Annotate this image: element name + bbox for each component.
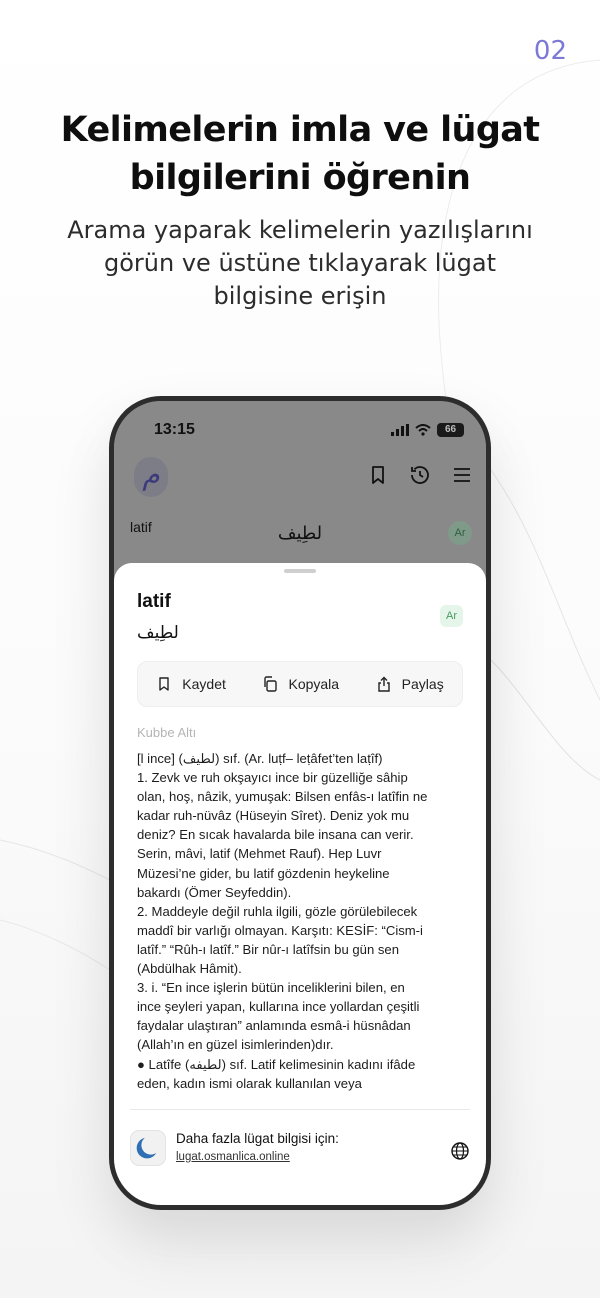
definition-line: ● Latîfe (لطيفه) sıf. Latif kelimesinin … [137, 1056, 416, 1072]
definition-line: 2. Maddeyle değil ruhla ilgili, gözle gö… [137, 903, 418, 919]
definition-line: (Abdülhak Hâmit). [137, 961, 242, 977]
definition-line: deniz? En sıcak havalarda bile insana ca… [137, 827, 414, 843]
save-button[interactable]: Kaydet [156, 676, 226, 692]
bookmark-icon [159, 677, 169, 691]
definition-line: (Allah’ın en güzel isimlerinden)dır. [137, 1037, 334, 1053]
definition-line: olan, hoş, nâzik, yumuşak: Bilsen enfâs-… [137, 789, 428, 805]
battery-indicator: 66 [437, 423, 464, 437]
app-logo[interactable]: م [134, 457, 168, 497]
phone-screen: 13:15 66 م latif لطِيف Ar latif لطِيف Ar… [114, 401, 486, 1205]
dictionary-source: Kubbe Altı [137, 725, 197, 740]
footer-text: Daha fazla lügat bilgisi için: [176, 1131, 339, 1146]
word-title: latif [137, 591, 171, 612]
definition-text: [l ince] (لطيف) sıf. (Ar. luṭf– leṭâfet’… [137, 749, 468, 1093]
copy-icon [264, 676, 278, 692]
definition-line: 1. Zevk ve ruh okşayıcı ince bir güzelli… [137, 770, 408, 786]
history-icon[interactable] [408, 463, 432, 487]
dictionary-link[interactable]: lugat.osmanlica.online [176, 1151, 290, 1163]
page-number: 02 [533, 36, 567, 66]
status-icons: 66 [391, 423, 464, 437]
footer-divider [130, 1109, 470, 1110]
top-toolbar [366, 463, 474, 487]
definition-line: latîf.” “Rûh-ı latîf.” Bir nûr-ı latîfsi… [137, 941, 399, 957]
signal-icon [391, 424, 409, 436]
definition-line: ince şeyleri yapan, kullarına ince yolla… [137, 999, 420, 1015]
save-label: Kaydet [182, 676, 226, 692]
share-label: Paylaş [401, 676, 444, 692]
status-time: 13:15 [154, 421, 195, 438]
share-button[interactable]: Paylaş [376, 676, 444, 692]
menu-icon[interactable] [450, 463, 474, 487]
copy-button[interactable]: Kopyala [262, 676, 339, 692]
definition-line: Müzesi’ne gider, bu latif gözdenin heyke… [137, 865, 390, 881]
definition-line: Serin, mâvi, latif (Mehmet Rauf). Hep Lu… [137, 846, 382, 862]
word-arabic: لطِيف [137, 623, 179, 643]
page-subtitle: Arama yaparak kelimelerin yazılışlarını … [67, 216, 533, 310]
wifi-icon [415, 424, 431, 436]
definition-line: eden, kadın ismi olarak kullanılan veya [137, 1075, 362, 1091]
background-lang-badge: Ar [448, 521, 472, 545]
background-result-arabic: لطِيف [277, 523, 323, 544]
bookmark-icon[interactable] [366, 463, 390, 487]
page-headline: Kelimelerin imla ve lügat bilgilerini öğ… [60, 110, 540, 198]
definition-line: faydalar ulaştıran” anlamında esmâ-i hüs… [137, 1018, 411, 1034]
share-icon [377, 676, 390, 692]
globe-icon[interactable] [450, 1141, 470, 1161]
definition-line: bakardı (Ömer Seyfeddin). [137, 884, 292, 900]
definition-line: kadar ruh-nüvâz (Hüseyin Sîret). Deniz y… [137, 808, 410, 824]
definition-sheet: latif لطِيف Ar Kaydet Kopyala Paylaş Kub… [114, 563, 486, 1205]
definition-line: [l ince] (لطيف) sıf. (Ar. luṭf– leṭâfet’… [137, 751, 383, 766]
definition-line: 3. i. “En ince işlerin bütün incelikleri… [137, 980, 405, 996]
copy-label: Kopyala [288, 676, 340, 692]
sheet-grabber[interactable] [284, 569, 316, 573]
definition-line: maddî bir varlığı olmayan. Karşıtı: KESİ… [137, 922, 423, 938]
lang-badge: Ar [440, 605, 463, 627]
phone-frame: 13:15 66 م latif لطِيف Ar latif لطِيف Ar… [109, 396, 491, 1210]
action-bar: Kaydet Kopyala Paylaş [137, 661, 463, 707]
crescent-logo-icon [130, 1130, 166, 1166]
